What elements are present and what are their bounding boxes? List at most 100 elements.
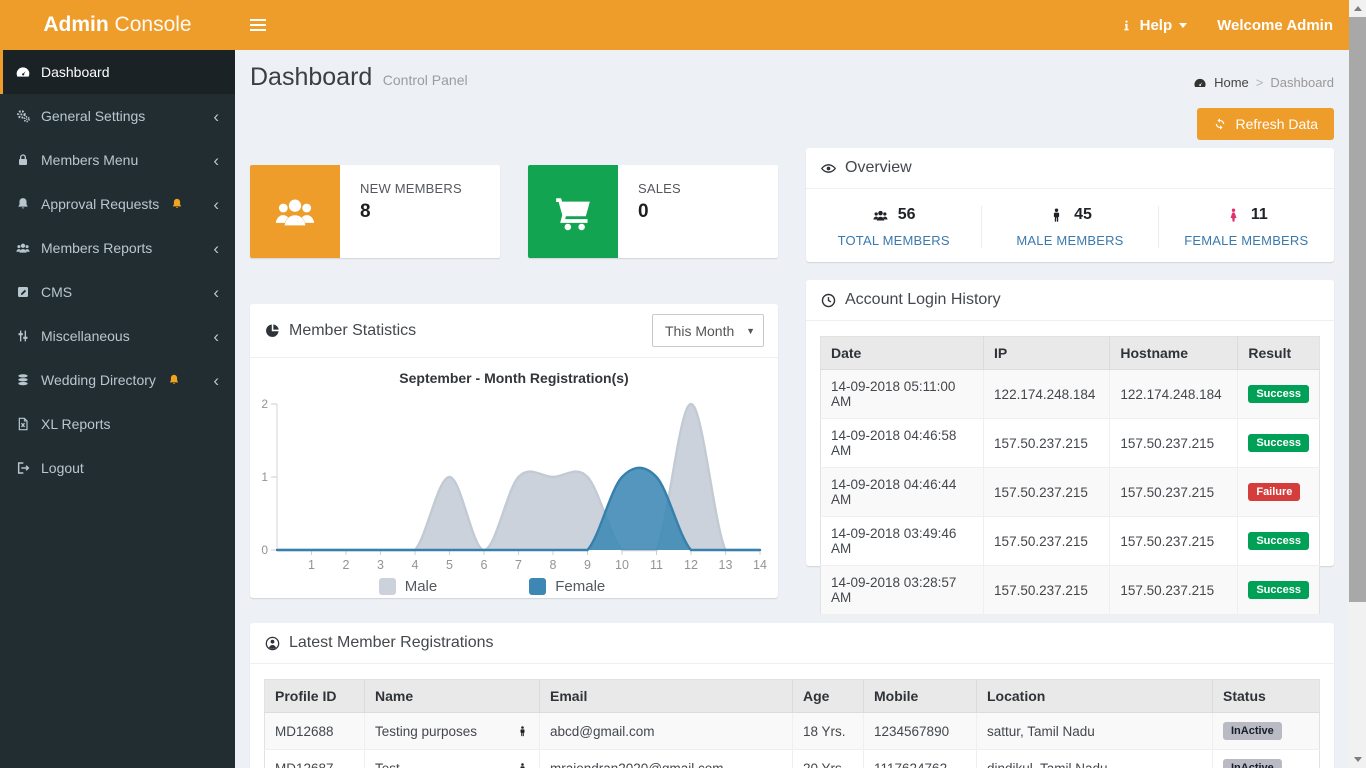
sidebar-item-dashboard[interactable]: Dashboard [0, 50, 235, 94]
member-statistics-title: Member Statistics [264, 322, 416, 340]
chevron-left-icon: ‹ [213, 328, 219, 345]
column-header-profile-id: Profile ID [265, 680, 365, 713]
status-cell: InActive [1213, 713, 1320, 750]
sidebar-item-wedding-directory[interactable]: Wedding Directory‹ [0, 358, 235, 402]
female-icon [1225, 207, 1242, 224]
status-cell: InActive [1213, 750, 1320, 768]
scrollbar-up-arrow[interactable] [1349, 0, 1366, 17]
sidebar-item-miscellaneous[interactable]: Miscellaneous‹ [0, 314, 235, 358]
breadcrumb-home-link[interactable]: Home [1214, 75, 1249, 90]
column-header-status: Status [1213, 680, 1320, 713]
overview-value: 56 [898, 206, 916, 224]
column-header-date: Date [821, 337, 984, 370]
sidebar-item-approval-requests[interactable]: Approval Requests‹ [0, 182, 235, 226]
sidebar-item-members-reports[interactable]: Members Reports‹ [0, 226, 235, 270]
location-cell: dindikul, Tamil Nadu [977, 750, 1213, 768]
bell-icon [15, 196, 31, 212]
hostname-cell: 157.50.237.215 [1110, 468, 1238, 517]
svg-text:11: 11 [650, 558, 663, 572]
sidebar-item-members-menu[interactable]: Members Menu‹ [0, 138, 235, 182]
mobile-cell: 1117624762 [864, 750, 977, 768]
sidebar-item-label: General Settings [41, 108, 145, 124]
overview-label: TOTAL MEMBERS [806, 233, 981, 248]
breadcrumb-separator: > [1256, 75, 1264, 90]
svg-text:1: 1 [261, 470, 268, 484]
svg-text:10: 10 [615, 558, 629, 572]
legend-female: Female [529, 578, 605, 595]
overview-title: Overview [820, 159, 912, 177]
svg-text:2: 2 [261, 397, 268, 411]
name-cell-td: Test [365, 750, 540, 768]
member-name: Testing purposes [375, 724, 477, 739]
chevron-left-icon: ‹ [213, 108, 219, 125]
result-cell: Success [1238, 566, 1320, 615]
latest-registrations-panel: Latest Member Registrations Profile IDNa… [250, 623, 1334, 768]
legend-label: Female [555, 578, 605, 595]
sales-stat-box: SALES 0 [528, 165, 778, 258]
overview-value: 11 [1251, 206, 1268, 224]
overview-male-members: 45MALE MEMBERS [982, 206, 1158, 248]
notification-bell-icon [166, 373, 182, 387]
gears-icon [15, 108, 31, 124]
sidebar-item-logout[interactable]: Logout [0, 446, 235, 490]
refresh-data-button[interactable]: Refresh Data [1197, 108, 1334, 140]
overview-label: MALE MEMBERS [982, 233, 1157, 248]
svg-text:3: 3 [377, 558, 384, 572]
cart-glyph-icon [550, 189, 596, 235]
registrations-area-chart: 0121234567891011121314 [254, 388, 774, 576]
male-icon [1048, 207, 1065, 224]
male-icon [516, 724, 529, 739]
overview-value-row: 56 [806, 206, 981, 224]
brand-light: Console [115, 13, 192, 36]
users-icon [872, 207, 889, 224]
overview-panel: Overview 56 TOTAL MEMBERS45MALE MEMBERS 11… [806, 148, 1334, 262]
hostname-cell: 122.174.248.184 [1110, 370, 1238, 419]
vertical-scrollbar [1349, 0, 1366, 768]
location-cell: sattur, Tamil Nadu [977, 713, 1213, 750]
profile-id-cell: MD12688 [265, 713, 365, 750]
info-icon [1120, 19, 1133, 32]
help-menu[interactable]: Help [1120, 17, 1188, 34]
brand-bold: Admin [43, 13, 108, 36]
gauge-icon [15, 64, 31, 80]
svg-text:9: 9 [584, 558, 591, 572]
column-header-email: Email [540, 680, 793, 713]
date-cell: 14-09-2018 04:46:44 AM [821, 468, 984, 517]
app-logo[interactable]: Admin Console [0, 13, 235, 37]
age-cell: 18 Yrs. [793, 713, 864, 750]
svg-text:7: 7 [515, 558, 522, 572]
chevron-left-icon: ‹ [213, 196, 219, 213]
column-header-name: Name [365, 680, 540, 713]
welcome-admin-menu[interactable]: Welcome Admin [1217, 17, 1333, 34]
scrollbar-down-arrow[interactable] [1349, 751, 1366, 768]
svg-text:0: 0 [261, 543, 268, 557]
main-content: Dashboard Control Panel Home > Dashboard… [235, 50, 1349, 768]
column-header-location: Location [977, 680, 1213, 713]
page-subtitle: Control Panel [383, 72, 468, 88]
date-cell: 14-09-2018 05:11:00 AM [821, 370, 984, 419]
chart-title: September - Month Registration(s) [250, 370, 778, 386]
logout-icon [15, 460, 31, 476]
result-badge: Success [1248, 385, 1309, 403]
notification-bell-icon [169, 197, 185, 211]
users-icon [250, 165, 340, 258]
period-select[interactable]: This Month [652, 314, 764, 347]
status-badge: InActive [1223, 722, 1282, 740]
date-cell: 14-09-2018 03:28:57 AM [821, 566, 984, 615]
stat-label: SALES [638, 181, 681, 196]
chevron-left-icon: ‹ [213, 152, 219, 169]
refresh-button-label: Refresh Data [1236, 116, 1318, 132]
sidebar-toggle-button[interactable] [250, 0, 290, 50]
ip-cell: 122.174.248.184 [984, 370, 1110, 419]
scrollbar-thumb[interactable] [1349, 17, 1366, 602]
login-history-table: DateIPHostnameResult 14-09-2018 05:11:00… [820, 336, 1320, 615]
eye-icon [820, 160, 837, 177]
ip-cell: 157.50.237.215 [984, 419, 1110, 468]
sidebar-item-cms[interactable]: CMS‹ [0, 270, 235, 314]
help-label: Help [1140, 17, 1173, 34]
sidebar-item-general-settings[interactable]: General Settings ‹ [0, 94, 235, 138]
stat-value: 0 [638, 201, 681, 223]
table-row: MD12687Testmrajendran2020@gmail.com20 Yr… [265, 750, 1320, 768]
sidebar-item-xl-reports[interactable]: XL Reports [0, 402, 235, 446]
hostname-cell: 157.50.237.215 [1110, 419, 1238, 468]
